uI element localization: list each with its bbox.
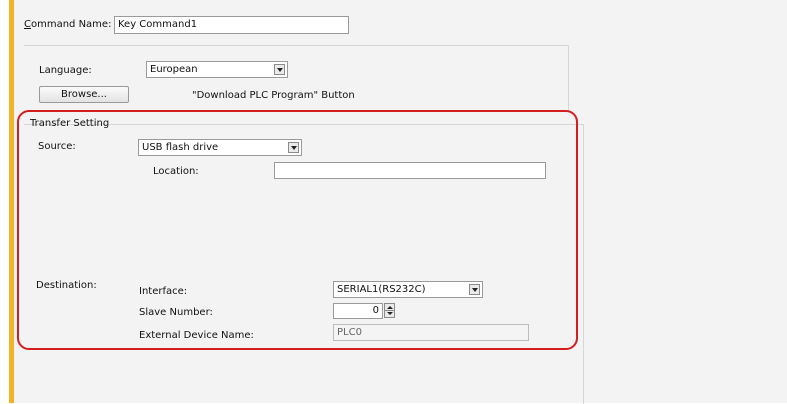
- transfer-setting-highlight: [17, 110, 578, 350]
- language-select-value: European: [150, 64, 198, 75]
- language-select[interactable]: European: [146, 61, 288, 78]
- command-name-input[interactable]: Key Command1: [114, 16, 349, 34]
- language-label: Language:: [39, 65, 92, 76]
- browse-button[interactable]: Browse...: [39, 86, 129, 103]
- command-name-label-text: ommand Name:: [30, 19, 112, 30]
- accent-bar: [9, 0, 14, 403]
- command-name-label: Command Name:: [24, 19, 112, 30]
- download-plc-program-label: "Download PLC Program" Button: [192, 90, 355, 101]
- chevron-down-icon: [274, 64, 285, 75]
